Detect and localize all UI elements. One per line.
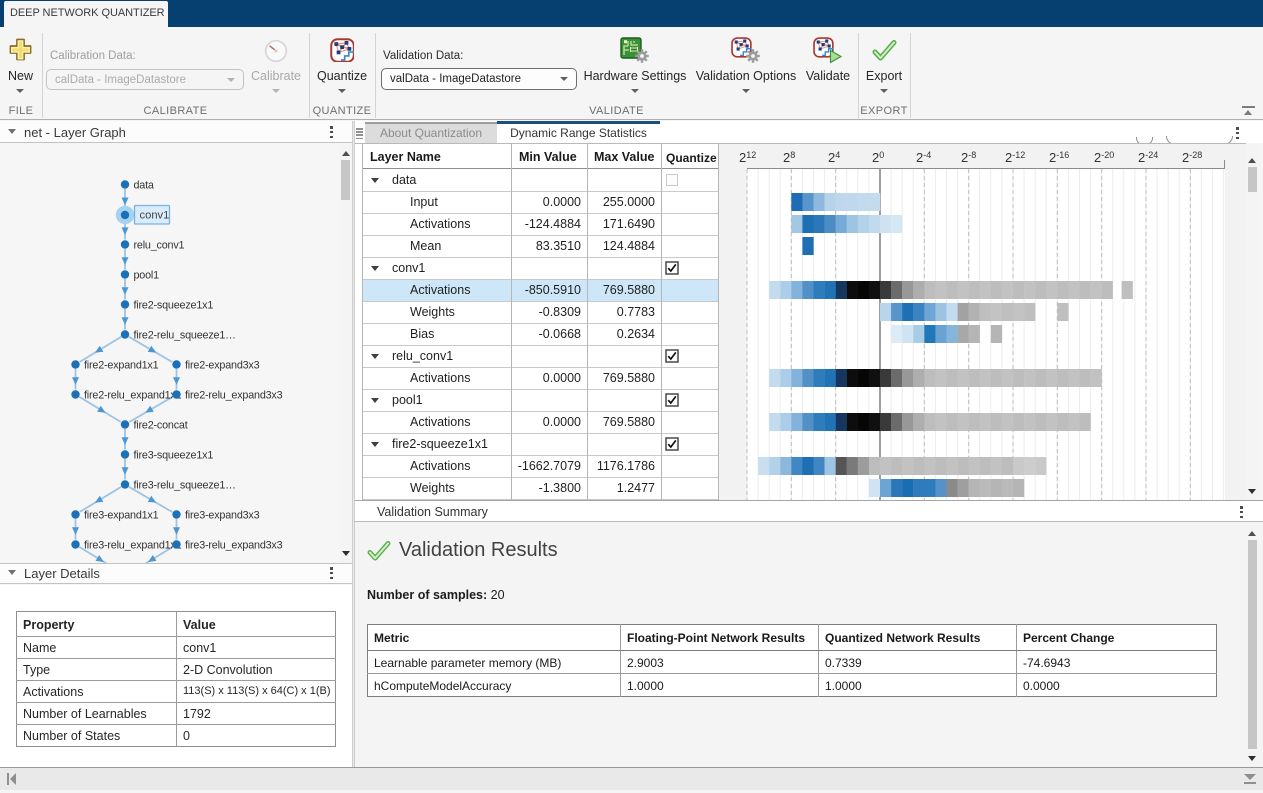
svg-text:fire3-squeeze1x1: fire3-squeeze1x1 <box>134 450 214 462</box>
svg-text:fire3-expand3x3: fire3-expand3x3 <box>185 510 260 522</box>
svg-text:fire2-expand1x1: fire2-expand1x1 <box>84 360 159 372</box>
svg-text:fire2-concat: fire2-concat <box>134 420 188 432</box>
svg-text:fire3-expand1x1: fire3-expand1x1 <box>84 510 159 522</box>
svg-text:relu_conv1: relu_conv1 <box>134 240 185 252</box>
svg-text:fire3-relu_squeeze1…: fire3-relu_squeeze1… <box>134 480 236 492</box>
svg-text:fire2-squeeze1x1: fire2-squeeze1x1 <box>134 300 214 312</box>
svg-text:fire3-relu_expand1x1: fire3-relu_expand1x1 <box>84 540 182 552</box>
svg-text:fire2-relu_squeeze1…: fire2-relu_squeeze1… <box>134 330 236 342</box>
svg-text:fire2-expand3x3: fire2-expand3x3 <box>185 360 260 372</box>
svg-text:fire2-relu_expand3x3: fire2-relu_expand3x3 <box>185 390 283 402</box>
svg-text:pool1: pool1 <box>134 270 160 282</box>
svg-text:fire3-relu_expand3x3: fire3-relu_expand3x3 <box>185 540 283 552</box>
svg-text:conv1: conv1 <box>140 210 170 222</box>
svg-text:data: data <box>134 180 154 192</box>
svg-text:fire2-relu_expand1x1: fire2-relu_expand1x1 <box>84 390 182 402</box>
